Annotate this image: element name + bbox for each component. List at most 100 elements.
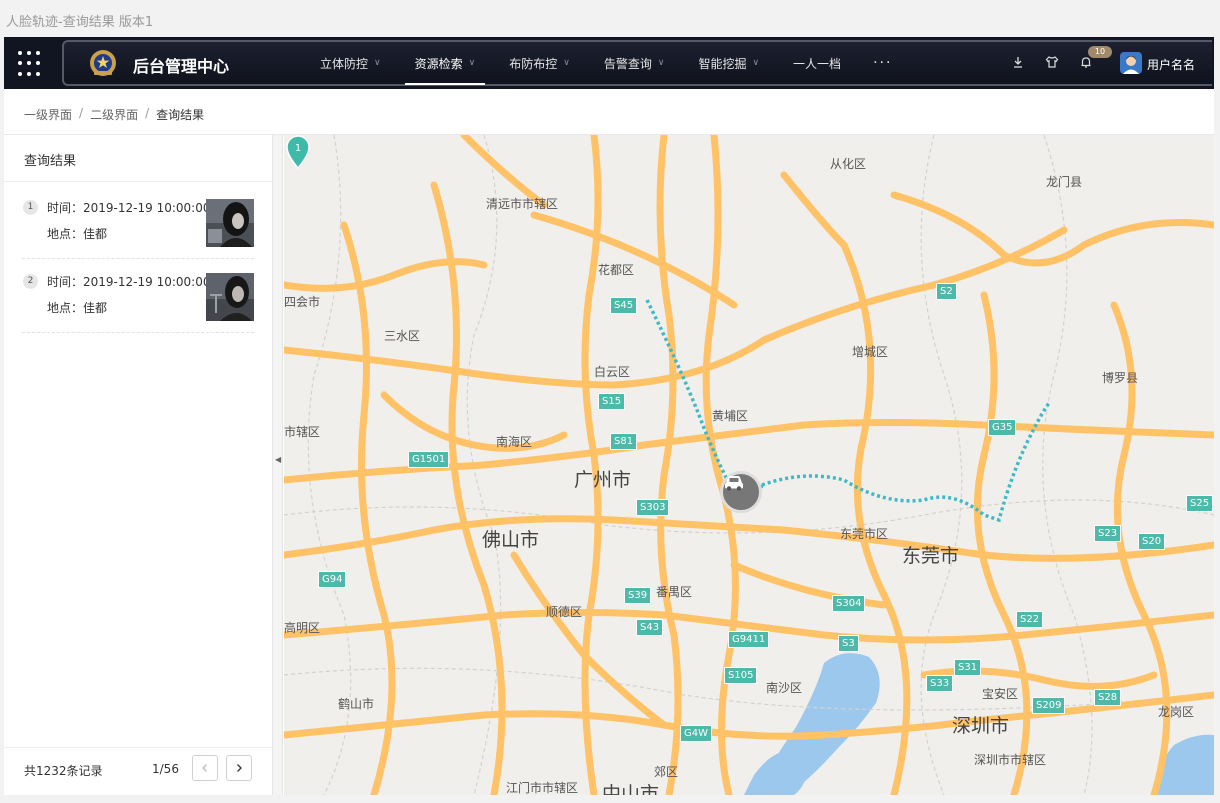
- divider: [4, 747, 272, 748]
- map-label: 四会市: [284, 295, 321, 309]
- road-sign: S209: [1032, 697, 1066, 714]
- caret-left-icon: ◀: [275, 455, 282, 464]
- top-navbar: 后台管理中心 立体防控 ∨ 资源检索 ∨ 布防布控 ∨ 告警查询 ∨ 智能挖掘 ∨ 一人一…: [4, 37, 1214, 89]
- nav-more-button[interactable]: ···: [863, 37, 902, 89]
- nav-item-3d-defense[interactable]: 立体防控 ∨: [308, 37, 393, 89]
- notification-badge: 10: [1088, 46, 1112, 58]
- map-label: 清远市市辖区: [486, 197, 559, 211]
- app-title: 后台管理中心: [133, 57, 230, 76]
- chevron-down-icon: ∨: [752, 58, 760, 68]
- nav-label: 布防布控: [509, 56, 558, 71]
- map-city-label: 深圳市: [952, 715, 1010, 737]
- face-snapshot[interactable]: [206, 273, 254, 321]
- map-label: 黄埔区: [712, 409, 749, 423]
- result-time: 时间：2019-12-19 10:00:00: [47, 199, 210, 216]
- map-label: 郊区: [654, 765, 679, 779]
- download-icon[interactable]: [1010, 54, 1026, 70]
- username[interactable]: 用户名名: [1147, 56, 1195, 73]
- map-label: 白云区: [594, 365, 631, 379]
- road-sign: S39: [624, 587, 652, 604]
- police-emblem-icon: [90, 50, 116, 76]
- map-label: 龙岗区: [1158, 705, 1195, 719]
- chevron-left-icon: [202, 764, 207, 772]
- panel-collapse-handle[interactable]: ◀: [273, 135, 283, 795]
- result-place: 地点：佳都: [47, 225, 107, 242]
- map-label: 增城区: [852, 345, 889, 359]
- chevron-down-icon: ∨: [468, 58, 476, 68]
- road-sign: S3: [838, 635, 859, 652]
- main-nav: 立体防控 ∨ 资源检索 ∨ 布防布控 ∨ 告警查询 ∨ 智能挖掘 ∨ 一人一档 ···: [308, 37, 902, 89]
- road-sign: S304: [832, 595, 866, 612]
- nav-item-person-archive[interactable]: 一人一档: [781, 37, 853, 89]
- map-view[interactable]: 从化区 龙门县 清远市市辖区 花都区 四会市 三水区 增城区 博罗县 白云区 黄…: [284, 135, 1214, 795]
- chevron-down-icon: ∨: [657, 58, 665, 68]
- road-sign: S105: [724, 667, 758, 684]
- breadcrumb: 一级界面 / 二级界面 / 查询结果: [24, 106, 204, 123]
- road-sign: S303: [636, 499, 670, 516]
- map-label: 深圳市市辖区: [974, 753, 1047, 767]
- page-indicator: 1/56: [152, 762, 179, 776]
- vehicle-marker[interactable]: [720, 471, 762, 513]
- shirt-icon[interactable]: [1044, 54, 1060, 70]
- breadcrumb-level-1[interactable]: 一级界面: [24, 106, 72, 123]
- car-icon: [725, 476, 743, 491]
- road-sign: S22: [1016, 611, 1044, 628]
- nav-label: 告警查询: [603, 56, 652, 71]
- map-label: 顺德区: [546, 605, 583, 619]
- breadcrumb-level-2[interactable]: 二级界面: [90, 106, 138, 123]
- result-time: 时间：2019-12-19 10:00:00: [47, 273, 210, 290]
- next-page-button[interactable]: [226, 755, 252, 781]
- road-sign: S20: [1138, 533, 1166, 550]
- map-city-label: 佛山市: [482, 529, 540, 551]
- place-label: 地点：: [47, 301, 84, 315]
- breadcrumb-current: 查询结果: [156, 108, 205, 122]
- app-grid-icon[interactable]: [18, 51, 44, 77]
- nav-item-resource-search[interactable]: 资源检索 ∨: [403, 37, 488, 89]
- road-sign: G9411: [728, 631, 770, 648]
- face-snapshot[interactable]: [206, 199, 254, 247]
- result-number: 2: [23, 274, 38, 289]
- result-item[interactable]: 2 时间：2019-12-19 10:00:00 地点：佳都: [22, 259, 254, 333]
- result-item[interactable]: 1 时间：2019-12-19 10:00:00 地点：佳都: [22, 185, 254, 259]
- nav-label: 资源检索: [414, 56, 463, 71]
- map-label: 花都区: [598, 263, 635, 277]
- page-caption: 人脸轨迹-查询结果 版本1: [6, 15, 154, 30]
- nav-item-deployment-control[interactable]: 布防布控 ∨: [497, 37, 582, 89]
- time-label: 时间：: [47, 201, 84, 215]
- road-sign: S81: [610, 433, 638, 450]
- road-sign: S23: [1094, 525, 1122, 542]
- road-sign: S28: [1094, 689, 1122, 706]
- nav-label: 立体防控: [320, 56, 369, 71]
- map-city-label: 东莞市: [902, 545, 960, 567]
- prev-page-button[interactable]: [192, 755, 218, 781]
- result-number: 1: [23, 200, 38, 215]
- map-label: 高明区: [284, 621, 321, 635]
- road-sign: G4W: [680, 725, 712, 742]
- map-label: 龙门县: [1046, 175, 1083, 189]
- total-records: 共1232条记录: [24, 764, 103, 778]
- nav-item-smart-mining[interactable]: 智能挖掘 ∨: [686, 37, 771, 89]
- map-label: 三水区: [384, 329, 421, 343]
- road-sign: G1501: [408, 451, 450, 468]
- road-sign: S45: [610, 297, 638, 314]
- user-avatar[interactable]: [1120, 52, 1142, 74]
- map-label: 南沙区: [766, 681, 803, 695]
- road-sign: S43: [636, 619, 664, 636]
- road-sign: S15: [598, 393, 626, 410]
- road-sign: S2: [936, 283, 957, 300]
- road-sign: G94: [318, 571, 347, 588]
- map-label: 市辖区: [284, 425, 321, 439]
- nav-item-alarm-query[interactable]: 告警查询 ∨: [592, 37, 677, 89]
- app-window: 后台管理中心 立体防控 ∨ 资源检索 ∨ 布防布控 ∨ 告警查询 ∨ 智能挖掘 ∨ 一人一…: [4, 37, 1214, 795]
- map-label: 南海区: [496, 435, 533, 449]
- divider: [4, 181, 272, 182]
- map-pin-number: 1: [295, 143, 301, 154]
- time-label: 时间：: [47, 275, 84, 289]
- map-pin-start[interactable]: 1: [284, 135, 312, 169]
- place-label: 地点：: [47, 227, 84, 241]
- map-label: 从化区: [830, 157, 867, 171]
- nav-label: 智能挖掘: [698, 56, 747, 71]
- chevron-right-icon: [237, 764, 242, 772]
- place-value: 佳都: [83, 227, 108, 241]
- map-label: 鹤山市: [338, 697, 375, 711]
